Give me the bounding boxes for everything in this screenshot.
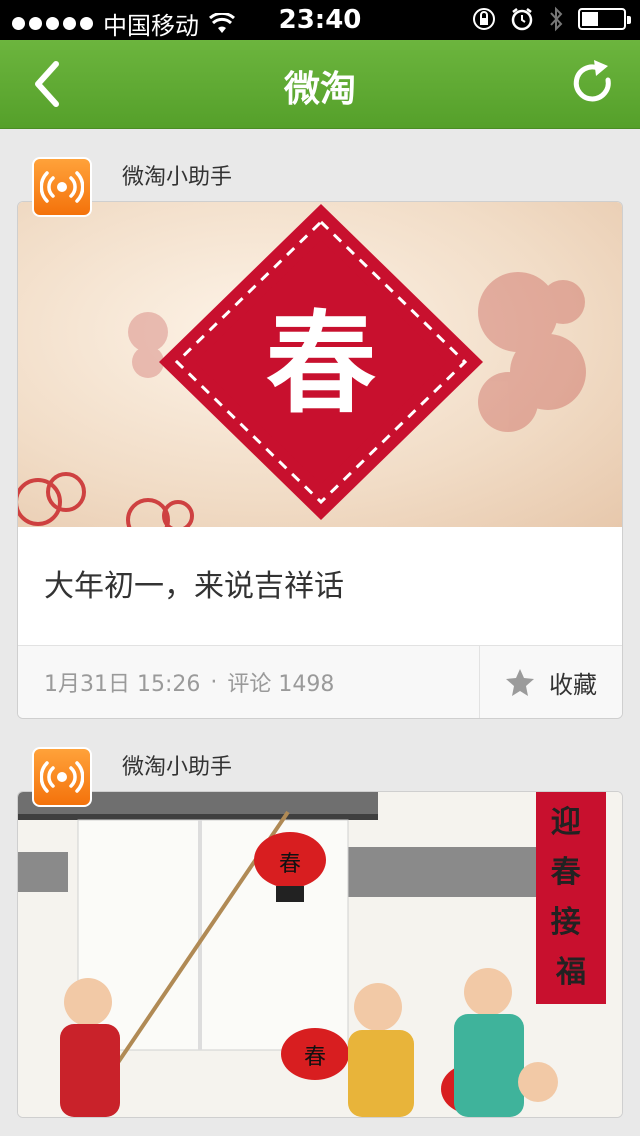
nav-bar: 微淘 <box>0 40 640 129</box>
child-figure <box>348 983 414 1117</box>
child-figure <box>60 978 120 1117</box>
post-card: 微淘小助手 春 大年初一，来说吉祥话 1月31日 15:26 · 评论 1498… <box>0 157 640 719</box>
author-name[interactable]: 微淘小助手 <box>122 749 232 781</box>
refresh-button[interactable] <box>568 56 618 112</box>
lantern-children-image: 迎 春 接 福 春 春 <box>18 792 606 1117</box>
status-bar: 中国移动 23:40 <box>0 0 640 40</box>
post-header: 微淘小助手 <box>0 157 640 217</box>
page-title: 微淘 <box>283 69 356 110</box>
favorite-label: 收藏 <box>549 670 597 699</box>
post-image[interactable]: 迎 春 接 福 春 春 <box>18 792 622 1117</box>
post-footer: 1月31日 15:26 · 评论 1498 收藏 <box>18 646 622 718</box>
post-image[interactable]: 春 <box>18 202 622 527</box>
star-icon <box>506 669 534 696</box>
avatar[interactable] <box>32 157 92 217</box>
banner-char: 福 <box>555 955 586 990</box>
banner-char: 接 <box>551 905 581 940</box>
avatar[interactable] <box>32 747 92 807</box>
post-card: 微淘小助手 迎 春 接 福 春 春 <box>0 747 640 1118</box>
lantern-glyph: 春 <box>304 1045 326 1070</box>
child-figure <box>518 1062 558 1102</box>
comment-count[interactable]: 评论 1498 <box>227 666 334 698</box>
alarm-icon <box>511 8 533 31</box>
author-name[interactable]: 微淘小助手 <box>122 159 232 191</box>
chun-glyph: 春 <box>266 300 376 428</box>
meta-separator: · <box>210 669 218 695</box>
favorite-button[interactable]: 收藏 <box>479 646 622 718</box>
battery-icon <box>578 8 631 30</box>
lantern: 春 <box>281 1028 349 1080</box>
bluetooth-icon <box>550 6 563 32</box>
child-figure <box>454 968 524 1117</box>
post-card-body[interactable]: 春 大年初一，来说吉祥话 1月31日 15:26 · 评论 1498 收藏 <box>17 201 623 719</box>
post-date: 1月31日 15:26 <box>44 672 201 697</box>
post-card-body[interactable]: 迎 春 接 福 春 春 <box>17 791 623 1118</box>
spring-festival-image: 春 <box>18 204 586 527</box>
post-meta: 1月31日 15:26 · 评论 1498 <box>18 646 479 718</box>
post-title[interactable]: 大年初一，来说吉祥话 <box>18 527 622 646</box>
banner-char: 春 <box>551 855 581 890</box>
banner-char: 迎 <box>551 805 581 840</box>
broadcast-icon <box>40 171 84 203</box>
feed: 微淘小助手 春 大年初一，来说吉祥话 1月31日 15:26 · 评论 1498… <box>0 129 640 1118</box>
lantern-glyph: 春 <box>279 852 301 877</box>
rotation-lock-icon <box>473 8 495 30</box>
broadcast-icon <box>40 761 84 793</box>
post-header: 微淘小助手 <box>0 747 640 807</box>
